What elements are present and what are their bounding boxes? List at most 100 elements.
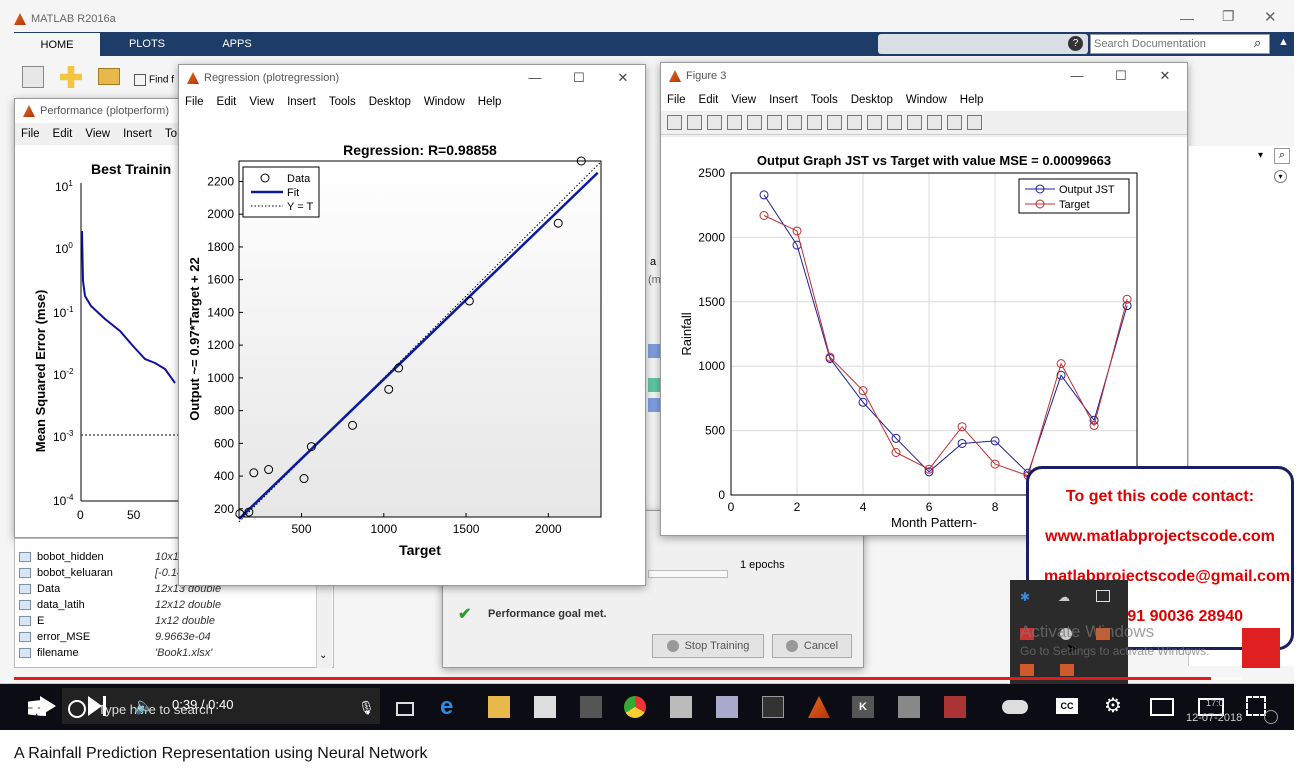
chrome-icon[interactable] (624, 696, 646, 718)
menu-edit[interactable]: Edit (53, 128, 73, 140)
notification-icon[interactable] (1264, 710, 1278, 724)
panel-options-icon[interactable]: ▾ (1274, 170, 1287, 183)
maximize-icon[interactable]: ☐ (1099, 68, 1143, 84)
save-icon[interactable] (707, 115, 722, 130)
menu-view[interactable]: View (249, 96, 274, 108)
app-doc-icon[interactable] (898, 696, 920, 718)
zoom-in-icon[interactable] (767, 115, 782, 130)
menu-window[interactable]: Window (906, 94, 947, 106)
tab-home[interactable]: HOME (14, 33, 100, 57)
terminal-icon[interactable] (762, 696, 784, 718)
stop-training-button[interactable]: Stop Training (652, 634, 764, 658)
tray-app-icon-1[interactable] (1096, 590, 1110, 602)
ribbon-find-files[interactable]: Find f (134, 74, 174, 86)
bluetooth-icon[interactable]: ✱ (1020, 590, 1030, 604)
tab-apps[interactable]: APPS (194, 33, 280, 55)
fullscreen-icon[interactable] (1246, 696, 1266, 716)
legend-icon[interactable] (927, 115, 942, 130)
task-view-icon[interactable] (396, 702, 414, 716)
menu-view[interactable]: View (731, 94, 756, 106)
variable-name: bobot_keluaran (37, 567, 113, 579)
settings-gear-icon[interactable]: ⚙ (1104, 693, 1122, 718)
minimize-icon[interactable]: — (1180, 10, 1194, 26)
hide-plot-tools-icon[interactable] (947, 115, 962, 130)
perf-xtick-50: 50 (127, 508, 141, 522)
photos-icon[interactable] (580, 696, 602, 718)
menu-desktop[interactable]: Desktop (851, 94, 893, 106)
close-icon[interactable]: ✕ (1143, 68, 1187, 84)
matlab-logo-icon (14, 13, 26, 25)
colorbar-icon[interactable] (907, 115, 922, 130)
menu-tools[interactable]: Tools (811, 94, 838, 106)
figure3-ytick-label: 2500 (698, 166, 725, 180)
rotate-icon[interactable] (827, 115, 842, 130)
data-cursor-icon[interactable] (847, 115, 862, 130)
tray-app-icon-5[interactable] (1020, 664, 1034, 676)
pause-toggle-icon[interactable] (1002, 700, 1028, 714)
search-icon[interactable]: ⌕ (1254, 35, 1261, 51)
menu-view[interactable]: View (85, 128, 110, 140)
cloud-icon[interactable]: ☁ (1058, 590, 1070, 604)
address-dropdown-icon[interactable]: ▾ (1258, 150, 1263, 161)
menu-help[interactable]: Help (478, 96, 502, 108)
show-plot-tools-icon[interactable] (967, 115, 982, 130)
link-icon[interactable] (887, 115, 902, 130)
search-documentation-input[interactable] (1090, 34, 1270, 54)
close-icon[interactable]: ✕ (1264, 8, 1277, 26)
miniplayer-icon[interactable] (1150, 698, 1174, 716)
next-icon[interactable] (88, 696, 102, 716)
pan-icon[interactable] (807, 115, 822, 130)
brush-icon[interactable] (867, 115, 882, 130)
zoom-out-icon[interactable] (787, 115, 802, 130)
menu-insert[interactable]: Insert (123, 128, 152, 140)
menu-insert[interactable]: Insert (769, 94, 798, 106)
app-k-icon[interactable]: K (852, 696, 874, 718)
store-icon[interactable] (534, 696, 556, 718)
ribbon-new-script-icon[interactable] (22, 66, 44, 88)
restore-icon[interactable]: ❐ (1222, 8, 1235, 25)
workspace-row[interactable]: filename 'Book1.xlsx' (19, 645, 333, 661)
menu-file[interactable]: File (21, 128, 40, 140)
winrar-icon[interactable] (944, 696, 966, 718)
workspace-scroll-down-icon[interactable]: ⌄ (319, 650, 327, 661)
tray-app-icon-6[interactable] (1060, 664, 1074, 676)
address-search-icon[interactable]: ⌕ (1274, 148, 1290, 164)
edge-icon[interactable]: e (440, 695, 462, 719)
regression-ytick-label: 200 (214, 502, 234, 516)
workspace-row[interactable]: error_MSE 9.9663e-04 (19, 629, 333, 645)
menu-file[interactable]: File (667, 94, 686, 106)
maximize-icon[interactable]: ☐ (557, 70, 601, 86)
pointer-icon[interactable] (747, 115, 762, 130)
figure-icon (669, 70, 681, 82)
file-explorer-icon[interactable] (488, 696, 510, 718)
menu-edit[interactable]: Edit (699, 94, 719, 106)
variable-name: data_latih (37, 599, 85, 611)
help-icon[interactable]: ? (1068, 36, 1083, 51)
close-icon[interactable]: ✕ (601, 70, 645, 86)
notepad-icon[interactable] (716, 696, 738, 718)
print-icon[interactable] (727, 115, 742, 130)
microphone-icon[interactable]: 🎙 (358, 700, 375, 716)
volume-icon[interactable]: 🔈 (134, 696, 154, 716)
menu-help[interactable]: Help (960, 94, 984, 106)
menu-file[interactable]: File (185, 96, 204, 108)
menu-insert[interactable]: Insert (287, 96, 316, 108)
ribbon-open-icon[interactable] (98, 68, 120, 85)
cancel-button[interactable]: Cancel (772, 634, 852, 658)
new-figure-icon[interactable] (667, 115, 682, 130)
minimize-icon[interactable]: — (513, 70, 557, 86)
minimize-icon[interactable]: — (1055, 68, 1099, 84)
menu-tools[interactable]: Tools (329, 96, 356, 108)
menu-edit[interactable]: Edit (217, 96, 237, 108)
collapse-ribbon-icon[interactable]: ▲ (1278, 36, 1289, 48)
captions-icon[interactable]: CC (1056, 698, 1078, 714)
menu-desktop[interactable]: Desktop (369, 96, 411, 108)
menu-window[interactable]: Window (424, 96, 465, 108)
play-icon[interactable] (40, 696, 56, 716)
open-file-icon[interactable] (687, 115, 702, 130)
workspace-row[interactable]: E 1x12 double (19, 613, 333, 629)
menu-tools[interactable]: To (165, 128, 177, 140)
excel-icon[interactable] (670, 696, 692, 718)
tab-plots[interactable]: PLOTS (104, 33, 190, 55)
workspace-row[interactable]: data_latih 12x12 double (19, 597, 333, 613)
